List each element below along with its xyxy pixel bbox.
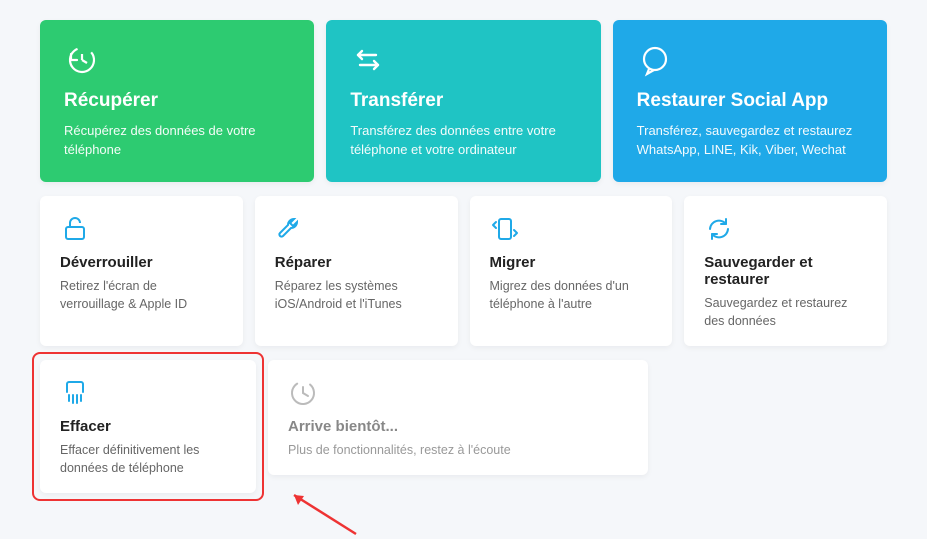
card-title: Réparer [275,254,438,271]
clock-icon [288,378,628,412]
card-title: Restaurer Social App [637,90,863,112]
unlock-icon [60,214,223,248]
card-erase[interactable]: Effacer Effacer définitivement les donné… [40,360,256,493]
recover-icon [64,42,290,76]
card-unlock[interactable]: Déverrouiller Retirez l'écran de verroui… [40,196,243,346]
card-backup-restore[interactable]: Sauvegarder et restaurer Sauvegardez et … [684,196,887,346]
card-title: Migrer [490,254,653,271]
card-desc: Récupérez des données de votre téléphone [64,122,290,160]
card-desc: Réparez les systèmes iOS/Android et l'iT… [275,277,438,313]
card-desc: Transférez, sauvegardez et restaurez Wha… [637,122,863,160]
card-recover[interactable]: Récupérer Récupérez des données de votre… [40,20,314,182]
card-desc: Migrez des données d'un téléphone à l'au… [490,277,653,313]
card-desc: Sauvegardez et restaurez des données [704,294,867,330]
card-desc: Retirez l'écran de verrouillage & Apple … [60,277,223,313]
card-title: Transférer [350,90,576,112]
wrench-icon [275,214,438,248]
card-title: Effacer [60,418,236,435]
card-desc: Effacer définitivement les données de té… [60,441,236,477]
annotation-arrow-icon [286,489,366,539]
transfer-icon [350,42,576,76]
card-desc: Plus de fonctionnalités, restez à l'écou… [288,441,628,459]
chat-icon [637,42,863,76]
card-title: Déverrouiller [60,254,223,271]
erase-icon [60,378,236,412]
card-title: Récupérer [64,90,290,112]
migrate-icon [490,214,653,248]
card-restore-social[interactable]: Restaurer Social App Transférez, sauvega… [613,20,887,182]
card-coming-soon: Arrive bientôt... Plus de fonctionnalité… [268,360,648,475]
card-desc: Transférez des données entre votre télép… [350,122,576,160]
card-title: Sauvegarder et restaurer [704,254,867,288]
card-title: Arrive bientôt... [288,418,628,435]
card-transfer[interactable]: Transférer Transférez des données entre … [326,20,600,182]
card-repair[interactable]: Réparer Réparez les systèmes iOS/Android… [255,196,458,346]
card-migrate[interactable]: Migrer Migrez des données d'un téléphone… [470,196,673,346]
refresh-icon [704,214,867,248]
highlight-box: Effacer Effacer définitivement les donné… [32,352,264,501]
